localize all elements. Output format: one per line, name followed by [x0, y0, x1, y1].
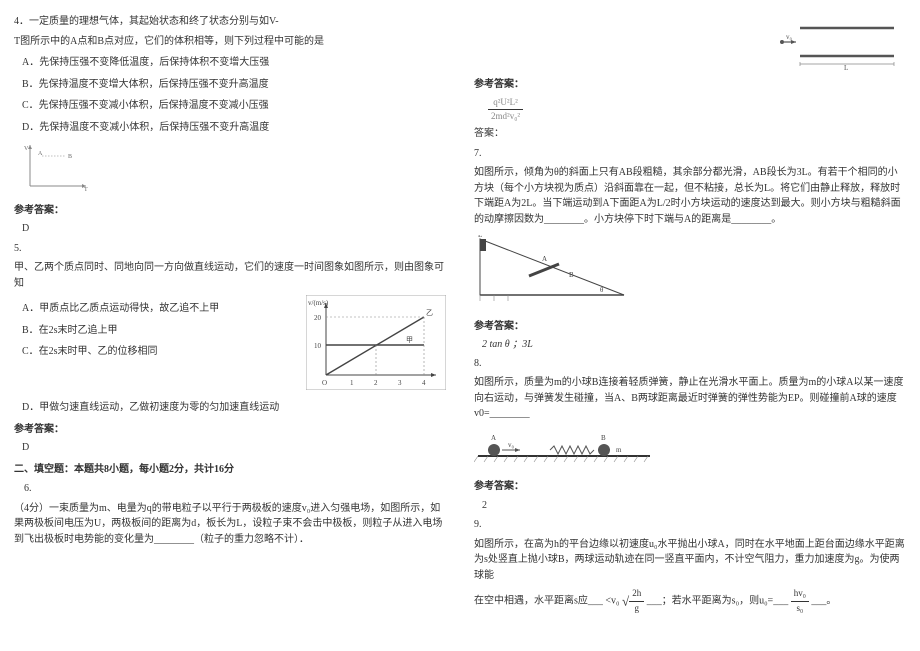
svg-text:A: A: [542, 255, 547, 263]
q4-option-b: B．先保持温度不变增大体积，后保持压强不变升高温度: [22, 77, 446, 93]
q5-velocity-graph: v/(m/s) O 1 2 3 4 10 20 甲 乙 A．甲质点比乙质点运动得…: [14, 295, 446, 394]
q5-option-d: D．甲做匀速直线运动，乙做初速度为零的匀加速直线运动: [22, 400, 446, 416]
svg-text:L: L: [478, 235, 482, 239]
svg-text:1: 1: [350, 379, 354, 387]
q5-stem: 甲、乙两个质点同时、同地向同一方向做直线运动，它们的速度一时间图象如图所示，则由…: [14, 260, 446, 291]
q5-answer-label: 参考答案：: [14, 422, 446, 438]
q4-answer: D: [22, 221, 446, 237]
left-column: 4．一定质量的理想气体，其起始状态和终了状态分别与如V- T图所示中的A点和B点…: [0, 0, 460, 651]
section-2-header: 二、填空题：本题共8小题，每小题2分，共计16分: [14, 462, 446, 478]
svg-text:m: m: [482, 448, 487, 454]
q9-number: 9.: [474, 517, 906, 533]
q9-cond1-pre: <v₀: [605, 596, 619, 607]
q6-stem: （4分）一束质量为m、电量为q的带电粒子以平行于两极板的速度v₀进入匀强电场，如…: [14, 501, 446, 548]
q7-incline-diagram: L A B θ: [474, 233, 906, 313]
svg-text:4: 4: [422, 379, 426, 387]
svg-text:B: B: [601, 434, 606, 442]
svg-text:O: O: [322, 379, 327, 387]
q6-answer-label: 参考答案：: [474, 77, 906, 93]
svg-text:2: 2: [374, 379, 378, 387]
svg-text:3: 3: [398, 379, 402, 387]
q9-frac1-num: 2h: [629, 587, 644, 602]
q8-answer: 2: [482, 498, 906, 514]
q4-answer-label: 参考答案：: [14, 203, 446, 219]
q8-num: 8.: [474, 356, 906, 372]
q9-frac2-den: s₀: [791, 602, 809, 616]
svg-text:B: B: [68, 154, 72, 160]
q9-blank1: 在空中相遇，水平距离s应___: [474, 596, 603, 607]
q7-number: 7.: [474, 146, 906, 162]
q5-answer: D: [22, 440, 446, 456]
q6-answer-prefix: 答案：: [474, 126, 906, 142]
q4-option-d: D．先保持温度不变减小体积，后保持压强不变升高温度: [22, 120, 446, 136]
q6-number: 6.: [14, 481, 446, 497]
q4-stem-1: 4．一定质量的理想气体，其起始状态和终了状态分别与如V-: [14, 14, 446, 30]
q6-capacitor-diagram: v₀ L: [474, 16, 906, 71]
q4-vt-graph: V T A B: [22, 141, 446, 197]
svg-text:m: m: [616, 446, 622, 454]
q7-stem: 如图所示，倾角为θ的斜面上只有AB段粗糙，其余部分都光滑，AB段长为3L。有若干…: [474, 165, 906, 227]
q9-blank3: ___。: [811, 596, 836, 607]
q6-frac-den: 2md²v₀²: [488, 110, 523, 124]
q9-stem: 如图所示，在高为h的平台边缘以初速度u₀水平抛出小球A，同时在水平地面上距台面边…: [474, 537, 906, 584]
svg-text:20: 20: [314, 314, 322, 322]
svg-text:乙: 乙: [426, 309, 433, 317]
q9-frac1-den: g: [629, 602, 644, 616]
q6-answer-formula: q²U²L² 2md²v₀²: [488, 96, 906, 125]
q9-conditions: 在空中相遇，水平距离s应___ <v₀ √ 2h g ___；若水平距离为s₀，…: [474, 587, 906, 616]
q8-spring-diagram: A v₀ B m m: [474, 428, 906, 474]
svg-text:V: V: [24, 146, 29, 152]
svg-text:v/(m/s): v/(m/s): [308, 299, 329, 307]
q5-number: 5.: [14, 241, 446, 257]
svg-text:甲: 甲: [406, 336, 413, 344]
q7-answer-label: 参考答案：: [474, 319, 906, 335]
svg-text:10: 10: [314, 342, 322, 350]
q8-answer-label: 参考答案：: [474, 479, 906, 495]
q8-stem: 如图所示，质量为m的小球B连接着轻质弹簧，静止在光滑水平面上。质量为m的小球A以…: [474, 375, 906, 422]
q9-frac2-num: hv₀: [791, 587, 809, 602]
svg-text:L: L: [844, 64, 848, 71]
q4-option-a: A．先保持压强不变降低温度，后保持体积不变增大压强: [22, 55, 446, 71]
svg-text:v₀: v₀: [508, 441, 515, 449]
svg-text:v₀: v₀: [786, 33, 793, 41]
q4-stem-2: T图所示中的A点和B点对应，它们的体积相等，则下列过程中可能的是: [14, 34, 446, 50]
right-column: v₀ L 参考答案： q²U²L² 2md²v₀² 答案： 7. 如图所示，倾角…: [460, 0, 920, 651]
q4-option-c: C．先保持压强不变减小体积，后保持温度不变减小压强: [22, 98, 446, 114]
q9-blank2: ___；若水平距离为s₀，则u₀=___: [647, 596, 789, 607]
q7-answer: 2 tan θ ；3L: [482, 337, 906, 353]
svg-text:B: B: [569, 271, 574, 279]
svg-text:A: A: [491, 434, 496, 442]
svg-text:T: T: [84, 187, 88, 191]
q6-frac-num: q²U²L²: [488, 96, 523, 111]
